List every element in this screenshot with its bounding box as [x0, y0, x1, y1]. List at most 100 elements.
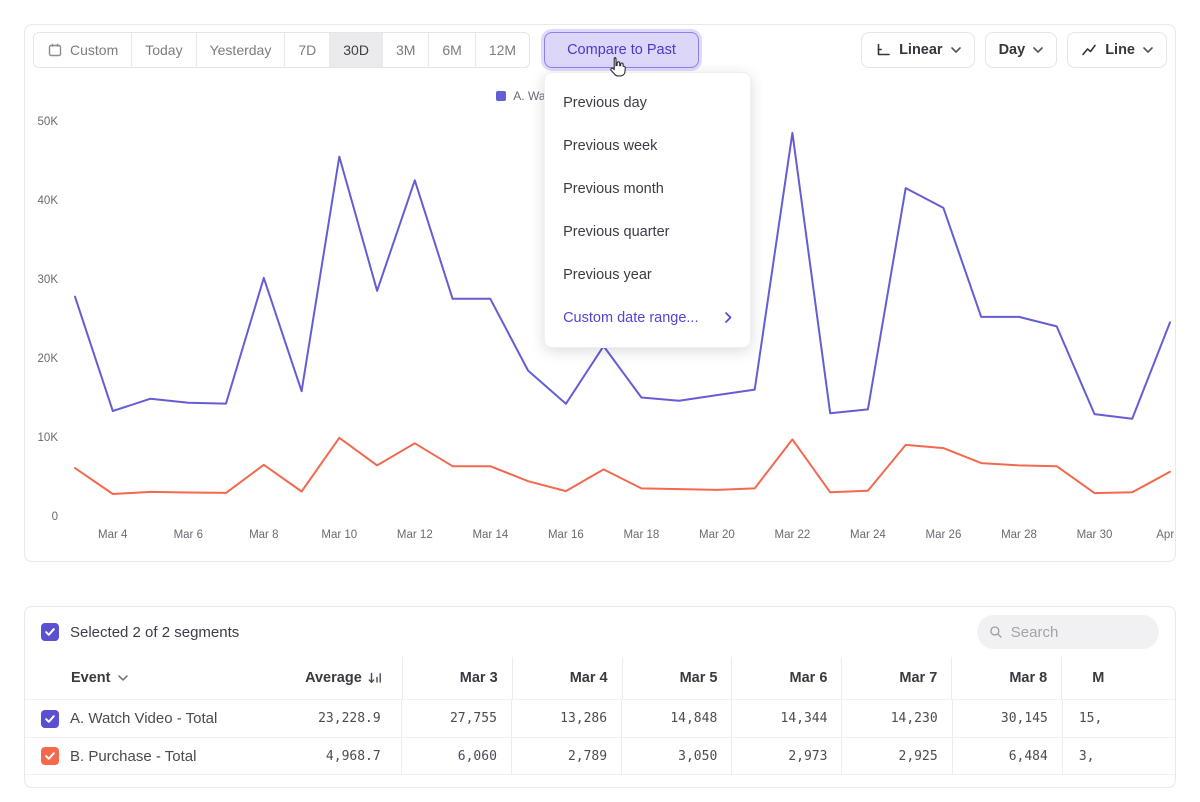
- event-cell: B. Purchase - Total: [25, 738, 276, 774]
- chevron-down-icon: [1143, 47, 1153, 53]
- svg-text:50K: 50K: [38, 116, 59, 128]
- svg-text:Apr 1: Apr 1: [1156, 529, 1175, 541]
- value-cell: 2,973: [731, 738, 841, 774]
- svg-text:20K: 20K: [38, 353, 59, 365]
- menu-item-previous-week[interactable]: Previous week: [545, 124, 750, 167]
- value-cell: 13,286: [511, 700, 621, 737]
- menu-item-previous-quarter[interactable]: Previous quarter: [545, 210, 750, 253]
- interval-dropdown[interactable]: Day: [985, 32, 1058, 68]
- svg-text:Mar 6: Mar 6: [174, 529, 203, 541]
- table-header-row: Event Average Mar 3 Mar 4 Mar 5 Mar 6 Ma…: [25, 657, 1175, 699]
- svg-text:Mar 8: Mar 8: [249, 529, 278, 541]
- search-icon: [989, 624, 1003, 640]
- date-column-header-clipped: M: [1061, 657, 1175, 699]
- search-input[interactable]: [1011, 624, 1147, 641]
- scale-dropdown[interactable]: Linear: [861, 32, 975, 68]
- value-cell-clipped: 3,: [1062, 738, 1175, 774]
- svg-text:Mar 16: Mar 16: [548, 529, 584, 541]
- chart-type-dropdown[interactable]: Line: [1067, 32, 1167, 68]
- table-row[interactable]: B. Purchase - Total 4,968.7 6,060 2,789 …: [25, 737, 1175, 775]
- average-cell: 4,968.7: [276, 738, 401, 774]
- date-column-header[interactable]: Mar 6: [731, 657, 841, 699]
- menu-item-previous-month[interactable]: Previous month: [545, 167, 750, 210]
- linear-scale-icon: [875, 42, 891, 58]
- compare-to-past: Compare to Past Previous day Previous we…: [544, 32, 699, 68]
- svg-text:40K: 40K: [38, 195, 59, 207]
- search-box: [977, 615, 1159, 649]
- custom-date-range-label: Custom date range...: [563, 310, 698, 326]
- event-column-header[interactable]: Event: [25, 657, 278, 699]
- value-cell: 6,484: [952, 738, 1062, 774]
- date-range-segmented-control: Custom Today Yesterday 7D 30D 3M 6M 12M: [33, 32, 530, 68]
- range-12m-button[interactable]: 12M: [476, 33, 529, 67]
- calendar-icon: [47, 42, 63, 58]
- svg-text:Mar 30: Mar 30: [1077, 529, 1113, 541]
- average-column-header[interactable]: Average: [278, 657, 402, 699]
- compare-to-past-button[interactable]: Compare to Past: [544, 32, 699, 68]
- date-column-header[interactable]: Mar 4: [512, 657, 622, 699]
- sort-descending-icon: [368, 672, 382, 685]
- chevron-down-icon: [1033, 47, 1043, 53]
- select-all-checkbox[interactable]: [41, 623, 59, 641]
- toolbar: Custom Today Yesterday 7D 30D 3M 6M 12M …: [25, 25, 1175, 75]
- table-row[interactable]: A. Watch Video - Total 23,228.9 27,755 1…: [25, 699, 1175, 737]
- toolbar-right: Linear Day Line: [861, 32, 1167, 68]
- event-cell: A. Watch Video - Total: [25, 700, 276, 737]
- row-checkbox[interactable]: [41, 710, 59, 728]
- date-column-header[interactable]: Mar 5: [622, 657, 732, 699]
- range-custom-button[interactable]: Custom: [34, 33, 132, 67]
- range-7d-button[interactable]: 7D: [285, 33, 330, 67]
- value-cell: 14,230: [841, 700, 951, 737]
- legend-swatch: [496, 91, 506, 101]
- average-cell: 23,228.9: [276, 700, 401, 737]
- value-cell-clipped: 15,: [1062, 700, 1175, 737]
- chevron-down-icon: [118, 675, 128, 681]
- menu-item-previous-year[interactable]: Previous year: [545, 253, 750, 296]
- value-cell: 30,145: [952, 700, 1062, 737]
- value-cell: 2,789: [511, 738, 621, 774]
- range-yesterday-button[interactable]: Yesterday: [197, 33, 286, 67]
- line-chart-icon: [1081, 42, 1097, 58]
- svg-text:Mar 14: Mar 14: [472, 529, 508, 541]
- range-30d-button[interactable]: 30D: [330, 33, 383, 67]
- selected-count-label: Selected 2 of 2 segments: [70, 624, 239, 641]
- svg-text:Mar 26: Mar 26: [926, 529, 962, 541]
- svg-text:Mar 28: Mar 28: [1001, 529, 1037, 541]
- value-cell: 14,344: [731, 700, 841, 737]
- value-cell: 27,755: [401, 700, 511, 737]
- value-cell: 3,050: [621, 738, 731, 774]
- date-column-header[interactable]: Mar 7: [841, 657, 951, 699]
- range-today-button[interactable]: Today: [132, 33, 196, 67]
- date-column-header[interactable]: Mar 3: [402, 657, 512, 699]
- check-icon: [44, 750, 56, 762]
- event-name: B. Purchase - Total: [70, 748, 196, 765]
- value-cell: 6,060: [401, 738, 511, 774]
- segments-header: Selected 2 of 2 segments: [25, 607, 1175, 657]
- svg-text:Mar 22: Mar 22: [775, 529, 811, 541]
- svg-text:Mar 18: Mar 18: [623, 529, 659, 541]
- interval-label: Day: [999, 42, 1026, 58]
- event-name: A. Watch Video - Total: [70, 710, 217, 727]
- check-icon: [44, 713, 56, 725]
- svg-text:10K: 10K: [38, 432, 59, 444]
- svg-text:0: 0: [52, 511, 58, 523]
- chevron-right-icon: [725, 312, 732, 323]
- row-checkbox[interactable]: [41, 747, 59, 765]
- chart-type-label: Line: [1105, 42, 1135, 58]
- svg-text:Mar 10: Mar 10: [321, 529, 357, 541]
- chart-card: Custom Today Yesterday 7D 30D 3M 6M 12M …: [24, 24, 1176, 562]
- compare-menu: Previous day Previous week Previous mont…: [544, 72, 751, 348]
- svg-text:30K: 30K: [38, 274, 59, 286]
- svg-text:Mar 4: Mar 4: [98, 529, 128, 541]
- range-6m-button[interactable]: 6M: [429, 33, 475, 67]
- value-cell: 2,925: [841, 738, 951, 774]
- svg-text:Mar 12: Mar 12: [397, 529, 433, 541]
- scale-label: Linear: [899, 42, 943, 58]
- range-label: Custom: [70, 42, 118, 58]
- range-3m-button[interactable]: 3M: [383, 33, 429, 67]
- date-column-header[interactable]: Mar 8: [951, 657, 1061, 699]
- value-cell: 14,848: [621, 700, 731, 737]
- menu-item-custom-date-range[interactable]: Custom date range...: [545, 296, 750, 339]
- menu-item-previous-day[interactable]: Previous day: [545, 81, 750, 124]
- check-icon: [44, 626, 56, 638]
